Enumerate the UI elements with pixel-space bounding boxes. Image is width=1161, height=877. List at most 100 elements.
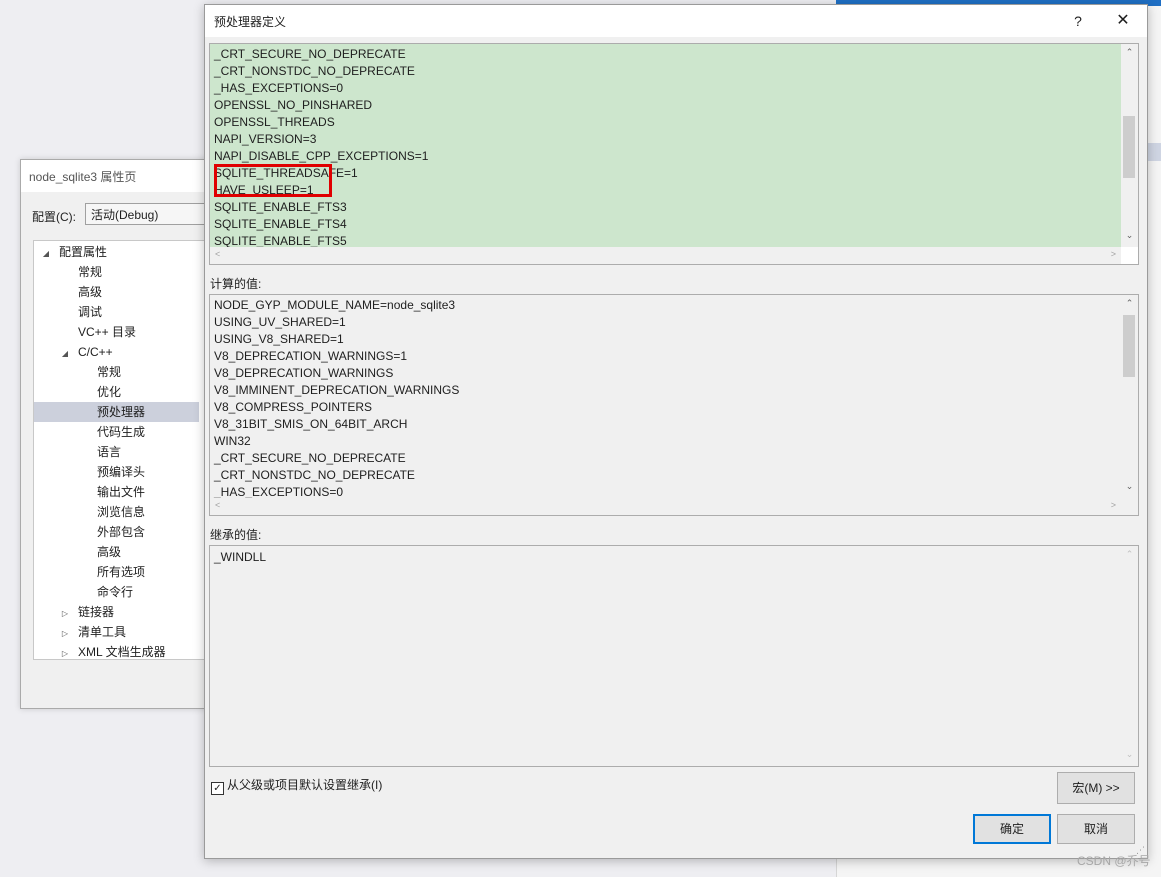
dialog-title: 预处理器定义 [214,15,287,29]
tree-item-label: 常规 [97,365,122,379]
macros-button[interactable]: 宏(M) >> [1057,772,1135,804]
definitions-editor[interactable]: _CRT_SECURE_NO_DEPRECATE _CRT_NONSTDC_NO_… [209,43,1139,265]
tree-item-label: 清单工具 [78,625,127,639]
value-line: OPENSSL_NO_PINSHARED [214,98,373,112]
scroll-down-icon[interactable]: ⌄ [1121,481,1138,492]
close-button[interactable]: ✕ [1108,10,1138,32]
tree-item[interactable]: 优化 [34,382,199,402]
tree-item-label: C/C++ [78,345,113,359]
tree-item[interactable]: 高级 [34,282,199,302]
expand-arrow-icon[interactable]: ◢ [59,344,71,364]
value-line: V8_COMPRESS_POINTERS [214,400,373,414]
tree-item-label: 链接器 [78,605,115,619]
scroll-up-icon[interactable]: ⌃ [1121,298,1138,309]
tree-item-label: 浏览信息 [97,505,146,519]
definitions-horizontal-scrollbar[interactable]: < > [210,247,1121,264]
scroll-down-icon[interactable]: ⌄ [1121,749,1138,760]
tree-item[interactable]: 所有选项 [34,562,199,582]
scroll-left-icon[interactable]: < [215,500,220,510]
expand-arrow-icon[interactable]: ▷ [59,624,71,644]
tree-item-label: 配置属性 [59,245,108,259]
value-line: SQLITE_ENABLE_FTS5 [214,234,347,247]
help-button[interactable]: ? [1067,10,1089,32]
expand-arrow-icon[interactable]: ▷ [59,644,71,659]
tree-item[interactable]: 预处理器 [34,402,199,422]
scroll-left-icon[interactable]: < [215,249,220,259]
tree-item-label: 预处理器 [97,405,146,419]
scroll-down-icon[interactable]: ⌄ [1121,230,1138,241]
inherited-values-label: 继承的值: [210,528,262,542]
inherited-vertical-scrollbar[interactable]: ⌃ ⌄ [1121,546,1138,766]
tree-item[interactable]: 命令行 [34,582,199,602]
scroll-up-icon[interactable]: ⌃ [1121,47,1138,58]
inherit-checkbox[interactable]: ✓ [211,782,224,795]
tree-item[interactable]: ▷ XML 文档生成器 [34,642,199,659]
value-line: USING_UV_SHARED=1 [214,315,346,329]
scroll-right-icon[interactable]: > [1111,249,1116,259]
tree-item-label: 高级 [78,285,103,299]
scroll-thumb[interactable] [1123,116,1135,178]
tree-item[interactable]: 高级 [34,542,199,562]
tree-item[interactable]: 语言 [34,442,199,462]
value-line: NAPI_VERSION=3 [214,132,317,146]
inherited-values-box[interactable]: _WINDLL ⌃ ⌄ [209,545,1139,767]
tree-item[interactable]: 预编译头 [34,462,199,482]
tree-item-label: 语言 [97,445,122,459]
value-line: V8_IMMINENT_DEPRECATION_WARNINGS [214,383,460,397]
tree-item-label: 高级 [97,545,122,559]
tree-item[interactable]: ▷ 清单工具 [34,622,199,642]
tree-item[interactable]: 常规 [34,262,199,282]
tree-item-label: 调试 [78,305,103,319]
definitions-text-area[interactable]: _CRT_SECURE_NO_DEPRECATE _CRT_NONSTDC_NO_… [210,44,1121,247]
property-pages-title: node_sqlite3 属性页 [29,170,137,184]
ok-button[interactable]: 确定 [973,814,1051,844]
value-line: _CRT_NONSTDC_NO_DEPRECATE [214,64,415,78]
watermark: CSDN @乔号 [1077,854,1151,868]
expand-arrow-icon[interactable]: ◢ [40,244,52,264]
value-line: WIN32 [214,434,251,448]
cancel-button[interactable]: 取消 [1057,814,1135,844]
value-line: V8_DEPRECATION_WARNINGS [214,366,394,380]
tree-item-label: 所有选项 [97,565,146,579]
tree-item[interactable]: ◢ 配置属性 [34,242,199,262]
tree-item-label: XML 文档生成器 [78,645,166,659]
tree-item[interactable]: 输出文件 [34,482,199,502]
tree-item[interactable]: 外部包含 [34,522,199,542]
value-line: _HAS_EXCEPTIONS=0 [214,485,344,498]
tree-item[interactable]: 调试 [34,302,199,322]
tree-item-label: 优化 [97,385,122,399]
tree-item-label: 代码生成 [97,425,146,439]
value-line: _CRT_SECURE_NO_DEPRECATE [214,47,406,61]
evaluated-values-box[interactable]: NODE_GYP_MODULE_NAME=node_sqlite3 USING_U… [209,294,1139,516]
tree-item[interactable]: VC++ 目录 [34,322,199,342]
tree-item[interactable]: 浏览信息 [34,502,199,522]
tree-item-label: VC++ 目录 [78,325,137,339]
tree-item-label: 外部包含 [97,525,146,539]
value-line: SQLITE_ENABLE_FTS4 [214,217,347,231]
configuration-label: 配置(C): [32,210,76,224]
tree-item-label: 输出文件 [97,485,146,499]
value-line: V8_DEPRECATION_WARNINGS=1 [214,349,408,363]
value-line: USING_V8_SHARED=1 [214,332,344,346]
expand-arrow-icon[interactable]: ▷ [59,604,71,624]
scroll-up-icon[interactable]: ⌃ [1121,549,1138,560]
value-line: NAPI_DISABLE_CPP_EXCEPTIONS=1 [214,149,429,163]
definitions-vertical-scrollbar[interactable]: ⌃ ⌄ [1121,44,1138,247]
dialog-titlebar [205,5,1147,37]
napi-version-highlight [214,164,332,197]
scroll-right-icon[interactable]: > [1111,500,1116,510]
inherit-checkbox-row[interactable]: ✓ 从父级或项目默认设置继承(I) [211,777,382,795]
value-line: _HAS_EXCEPTIONS=0 [214,81,344,95]
evaluated-values-label: 计算的值: [210,277,262,291]
evaluated-horizontal-scrollbar[interactable]: < > [210,498,1121,515]
tree-item[interactable]: 代码生成 [34,422,199,442]
preprocessor-definitions-dialog: 预处理器定义 ? ✕ _CRT_SECURE_NO_DEPRECATE _CRT_… [204,4,1148,859]
tree-item-label: 命令行 [97,585,134,599]
tree-item[interactable]: ▷ 链接器 [34,602,199,622]
scroll-thumb[interactable] [1123,315,1135,377]
tree-item-label: 预编译头 [97,465,146,479]
evaluated-vertical-scrollbar[interactable]: ⌃ ⌄ [1121,295,1138,498]
tree-item[interactable]: ◢ C/C++ [34,342,199,362]
value-line: _CRT_NONSTDC_NO_DEPRECATE [214,468,415,482]
tree-item[interactable]: 常规 [34,362,199,382]
